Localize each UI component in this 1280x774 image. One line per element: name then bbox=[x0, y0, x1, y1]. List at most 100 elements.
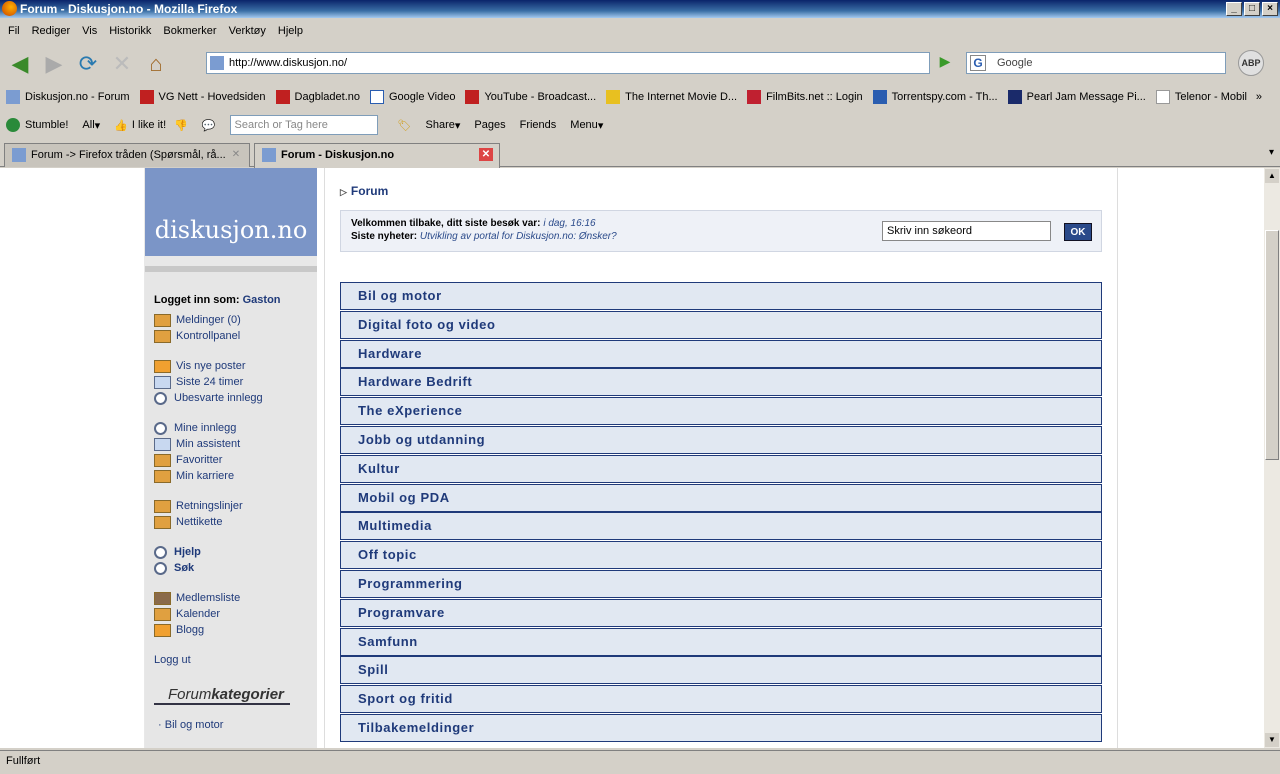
menu-rediger[interactable]: Rediger bbox=[32, 25, 71, 37]
maximize-button[interactable]: □ bbox=[1244, 2, 1260, 16]
sidebar-link-hjelp[interactable]: Hjelp bbox=[154, 544, 317, 560]
news-link[interactable]: Utvikling av portal for Diskusjon.no: Øn… bbox=[420, 231, 617, 242]
pages-button[interactable]: Pages bbox=[474, 119, 505, 131]
category-row[interactable]: Spill bbox=[340, 656, 1102, 684]
category-row[interactable]: Sport og fritid bbox=[340, 685, 1102, 713]
bookmarks-overflow-chevron-icon[interactable]: » bbox=[1256, 91, 1262, 103]
share-button[interactable]: Share ▾ bbox=[426, 119, 461, 132]
sidebar-link-medlemsliste[interactable]: Medlemsliste bbox=[154, 590, 317, 606]
sidebar-link-meldinger[interactable]: Meldinger (0) bbox=[154, 312, 317, 328]
tab-list-chevron-icon[interactable]: ▾ bbox=[1269, 147, 1274, 158]
category-row[interactable]: Multimedia bbox=[340, 512, 1102, 540]
category-row[interactable]: The eXperience bbox=[340, 397, 1102, 425]
category-row[interactable]: Digital foto og video bbox=[340, 311, 1102, 339]
back-button[interactable]: ◀ bbox=[6, 50, 34, 78]
sidebar-link-min-assistent[interactable]: Min assistent bbox=[154, 436, 317, 452]
breadcrumb: ▷ Forum bbox=[340, 184, 388, 198]
bookmark-item[interactable]: Google Video bbox=[370, 90, 455, 104]
category-row[interactable]: Hardware bbox=[340, 340, 1102, 368]
adblock-button[interactable]: ABP bbox=[1238, 50, 1264, 76]
bookmark-item[interactable]: VG Nett - Hovedsiden bbox=[139, 90, 266, 104]
category-row[interactable]: Programmering bbox=[340, 570, 1102, 598]
tab-close-icon[interactable]: ✕ bbox=[229, 148, 243, 161]
bookmark-item[interactable]: Dagbladet.no bbox=[275, 90, 360, 104]
close-window-button[interactable]: × bbox=[1262, 2, 1278, 16]
envelope-icon bbox=[154, 623, 171, 637]
tab-close-icon[interactable]: ✕ bbox=[479, 148, 493, 161]
sidebar-link-siste-24-timer[interactable]: Siste 24 timer bbox=[154, 374, 317, 390]
magnifier-icon bbox=[154, 391, 167, 405]
stop-button[interactable]: ✕ bbox=[108, 50, 136, 78]
sidebar-link-favoritter[interactable]: Favoritter bbox=[154, 452, 317, 468]
bookmark-item[interactable]: Torrentspy.com - Th... bbox=[872, 90, 998, 104]
category-row[interactable]: Samfunn bbox=[340, 628, 1102, 656]
sidebar-link-sok[interactable]: Søk bbox=[154, 560, 317, 576]
forum-search-input[interactable]: Skriv inn søkeord bbox=[882, 221, 1051, 241]
magnifier-icon bbox=[154, 561, 167, 575]
go-button[interactable]: ▶ bbox=[934, 53, 956, 73]
sidebar-link-mine-innlegg[interactable]: Mine innlegg bbox=[154, 420, 317, 436]
comment-icon[interactable]: 💬 bbox=[202, 119, 216, 132]
window-titlebar: Forum - Diskusjon.no - Mozilla Firefox _… bbox=[0, 0, 1280, 18]
sidebar-category-link[interactable]: · Bil og motor bbox=[154, 719, 317, 731]
scroll-down-arrow-icon[interactable]: ▼ bbox=[1265, 733, 1279, 747]
folder-icon bbox=[154, 607, 171, 621]
bookmark-item[interactable]: Telenor - Mobil bbox=[1155, 90, 1247, 104]
sidebar-link-ubesvarte-innlegg[interactable]: Ubesvarte innlegg bbox=[154, 390, 317, 406]
category-row[interactable]: Mobil og PDA bbox=[340, 484, 1102, 512]
search-bar[interactable]: G Google bbox=[966, 52, 1226, 74]
thumbs-down-icon[interactable]: 👎 bbox=[174, 119, 188, 132]
tag-search-input[interactable]: Search or Tag here bbox=[229, 115, 378, 135]
scroll-up-arrow-icon[interactable]: ▲ bbox=[1265, 169, 1279, 183]
category-row[interactable]: Tilbakemeldinger bbox=[340, 714, 1102, 742]
envelope-icon bbox=[154, 359, 171, 373]
sidebar-link-min-karriere[interactable]: Min karriere bbox=[154, 468, 317, 484]
bookmark-item[interactable]: YouTube - Broadcast... bbox=[465, 90, 596, 104]
sidebar-link-vis-nye-poster[interactable]: Vis nye poster bbox=[154, 358, 317, 374]
menu-verktoy[interactable]: Verktøy bbox=[229, 25, 266, 37]
home-button[interactable]: ⌂ bbox=[142, 50, 170, 78]
sidebar-link-nettikette[interactable]: Nettikette bbox=[154, 514, 317, 530]
tab-forum-diskusjon[interactable]: Forum - Diskusjon.no ✕ bbox=[254, 143, 500, 168]
scrollbar-thumb[interactable] bbox=[1265, 230, 1279, 460]
menu-vis[interactable]: Vis bbox=[82, 25, 97, 37]
category-row[interactable]: Jobb og utdanning bbox=[340, 426, 1102, 454]
google-icon[interactable]: G bbox=[970, 55, 986, 71]
bookmark-item[interactable]: Pearl Jam Message Pi... bbox=[1007, 90, 1146, 104]
menu-bokmerker[interactable]: Bokmerker bbox=[163, 25, 216, 37]
bookmark-item[interactable]: The Internet Movie D... bbox=[606, 90, 737, 104]
url-bar[interactable]: http://www.diskusjon.no/ bbox=[206, 52, 930, 74]
site-logo[interactable]: diskusjon.no bbox=[145, 168, 317, 256]
sidebar-link-kontrollpanel[interactable]: Kontrollpanel bbox=[154, 328, 317, 344]
stumble-button[interactable]: Stumble! bbox=[6, 118, 68, 132]
username-link[interactable]: Gaston bbox=[243, 294, 281, 306]
category-row[interactable]: Hardware Bedrift bbox=[340, 368, 1102, 396]
folder-icon bbox=[154, 313, 171, 327]
category-row[interactable]: Programvare bbox=[340, 599, 1102, 627]
breadcrumb-forum-link[interactable]: Forum bbox=[351, 184, 388, 198]
sidebar-link-logg-ut[interactable]: Logg ut bbox=[154, 652, 317, 668]
tag-icon[interactable]: 🏷 bbox=[398, 119, 412, 132]
all-dropdown[interactable]: All ▾ bbox=[82, 119, 100, 132]
forward-button[interactable]: ▶ bbox=[40, 50, 68, 78]
friends-button[interactable]: Friends bbox=[520, 119, 557, 131]
bookmark-item[interactable]: FilmBits.net :: Login bbox=[747, 90, 863, 104]
sidebar-link-retningslinjer[interactable]: Retningslinjer bbox=[154, 498, 317, 514]
bookmark-item[interactable]: Diskusjon.no - Forum bbox=[6, 90, 130, 104]
reload-button[interactable]: ⟳ bbox=[74, 50, 102, 78]
search-ok-button[interactable]: OK bbox=[1064, 223, 1092, 241]
menu-fil[interactable]: Fil bbox=[8, 25, 20, 37]
menu-historikk[interactable]: Historikk bbox=[109, 25, 151, 37]
vertical-scrollbar[interactable]: ▲ ▼ bbox=[1264, 168, 1280, 748]
menu-hjelp[interactable]: Hjelp bbox=[278, 25, 303, 37]
minimize-button[interactable]: _ bbox=[1226, 2, 1242, 16]
tab-firefox-thread[interactable]: Forum -> Firefox tråden (Spørsmål, rå...… bbox=[4, 143, 250, 167]
menu-button[interactable]: Menu ▾ bbox=[570, 119, 603, 132]
i-like-it-button[interactable]: 👍 I like it! 👎 bbox=[114, 119, 188, 132]
sidebar-link-kalender[interactable]: Kalender bbox=[154, 606, 317, 622]
category-row[interactable]: Bil og motor bbox=[340, 282, 1102, 310]
stumbleupon-icon bbox=[6, 118, 20, 132]
sidebar-link-blogg[interactable]: Blogg bbox=[154, 622, 317, 638]
category-row[interactable]: Kultur bbox=[340, 455, 1102, 483]
category-row[interactable]: Off topic bbox=[340, 541, 1102, 569]
